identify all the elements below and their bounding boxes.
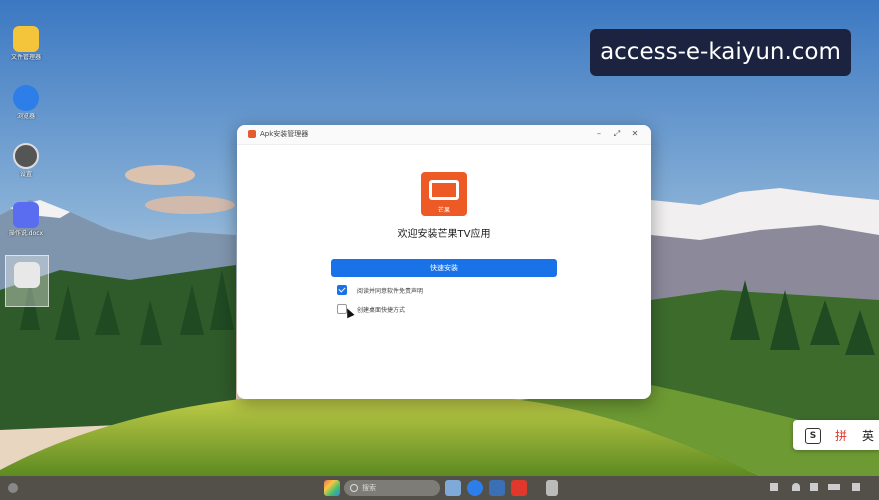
tray-icon[interactable] xyxy=(770,483,778,491)
desktop-icon-file-manager[interactable]: 文件管理器 xyxy=(3,26,49,62)
launcher-icon[interactable] xyxy=(324,480,340,496)
dialog-titlebar[interactable]: Apk安装管理器 – ⤢ ✕ xyxy=(237,125,651,145)
taskbar-search-input[interactable]: 搜索 xyxy=(344,480,440,496)
wifi-icon[interactable] xyxy=(792,483,800,491)
battery-icon[interactable] xyxy=(828,484,840,490)
desktop-icon-image-file[interactable] xyxy=(5,255,49,307)
desktop-icon-label: 操作说.docx xyxy=(8,230,44,237)
desktop-icon-browser[interactable]: 浏览器 xyxy=(3,85,49,121)
app-launcher-icon[interactable] xyxy=(8,483,18,493)
taskbar-installer-icon[interactable] xyxy=(511,480,527,496)
mouse-cursor-icon xyxy=(343,306,355,319)
input-method-toolbar[interactable]: S 拼 英 xyxy=(793,420,879,450)
desktop-icon-label: 浏览器 xyxy=(16,113,35,120)
taskbar-app-store-icon[interactable] xyxy=(445,480,461,496)
docx-icon xyxy=(13,202,39,228)
settings-icon xyxy=(13,143,39,169)
pinyin-mode-button[interactable]: 拼 xyxy=(835,427,847,444)
search-icon xyxy=(350,484,358,492)
agree-terms-label: 阅读并同意软件免责声明 xyxy=(357,288,424,295)
dialog-title: Apk安装管理器 xyxy=(260,130,309,138)
close-icon[interactable]: ✕ xyxy=(629,128,641,140)
agree-terms-checkbox[interactable] xyxy=(337,285,347,295)
sogou-icon[interactable]: S xyxy=(805,428,821,444)
desktop-shortcut-label: 创建桌面快捷方式 xyxy=(357,307,406,314)
taskbar-browser-icon[interactable] xyxy=(467,480,483,496)
taskbar-trash-icon[interactable] xyxy=(546,480,558,496)
watermark-banner: access-e-kaiyun.com xyxy=(590,29,851,76)
volume-icon[interactable] xyxy=(810,483,818,491)
desktop-icon-label: 文件管理器 xyxy=(10,54,41,61)
tv-icon xyxy=(429,180,459,200)
minimize-icon[interactable]: – xyxy=(593,128,605,140)
desktop-icon-label: 设置 xyxy=(19,171,32,178)
search-placeholder: 搜索 xyxy=(362,484,376,492)
apk-installer-dialog: Apk安装管理器 – ⤢ ✕ 芒果 欢迎安装芒果TV应用 快速安装 阅读并同意软… xyxy=(237,125,651,399)
image-file-icon xyxy=(14,262,40,288)
mango-tv-logo: 芒果 xyxy=(421,172,467,216)
folder-icon xyxy=(13,26,39,52)
desktop-icon-docx[interactable]: 操作说.docx xyxy=(3,202,49,238)
taskbar: 搜索 xyxy=(0,476,879,500)
app-icon xyxy=(248,130,256,138)
app-logo-text: 芒果 xyxy=(437,207,450,214)
notification-icon[interactable] xyxy=(852,483,860,491)
desktop-icon-settings[interactable]: 设置 xyxy=(3,143,49,179)
browser-icon xyxy=(13,85,39,111)
maximize-icon[interactable]: ⤢ xyxy=(611,128,623,140)
welcome-text: 欢迎安装芒果TV应用 xyxy=(397,229,491,240)
taskbar-files-icon[interactable] xyxy=(489,480,505,496)
quick-install-button[interactable]: 快速安装 xyxy=(331,259,557,277)
english-mode-button[interactable]: 英 xyxy=(862,427,874,444)
